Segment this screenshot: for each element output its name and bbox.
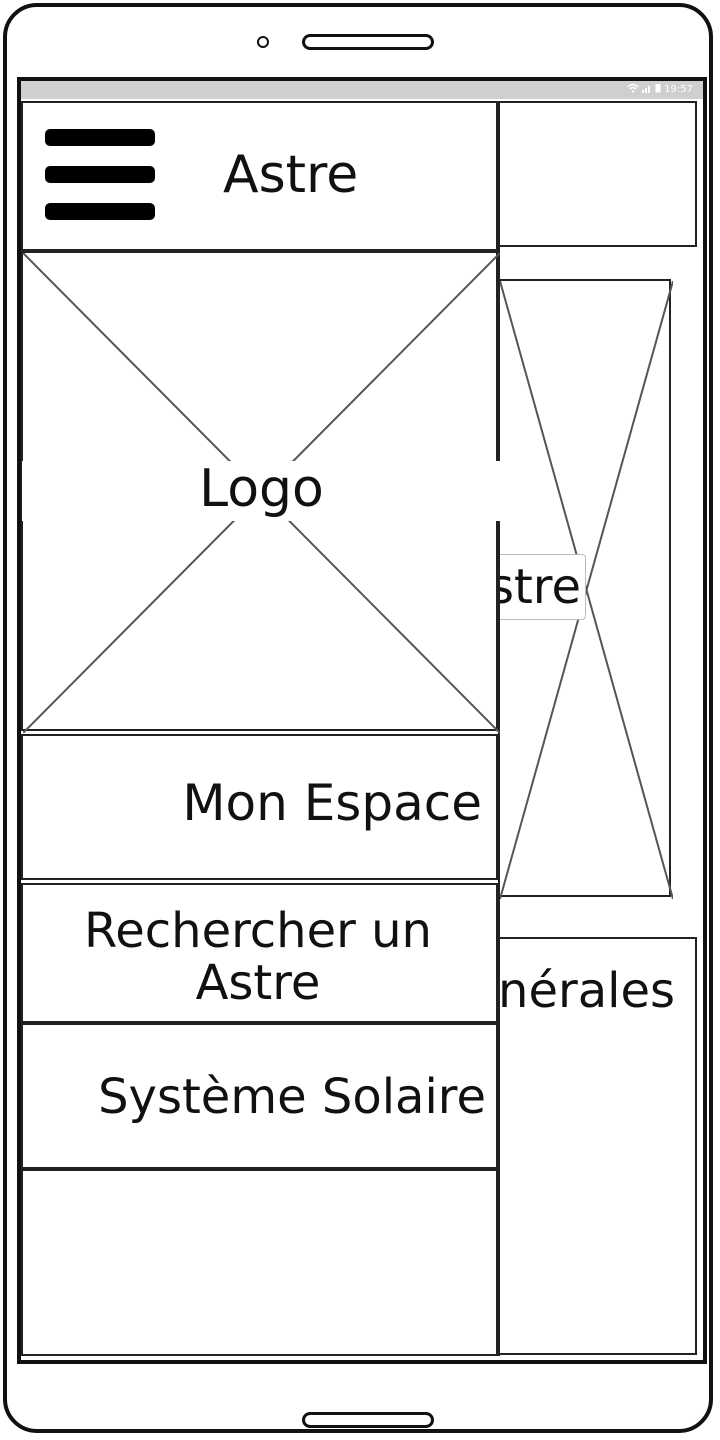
- background-info-section: nérales: [498, 937, 697, 1355]
- screen: 19:57 stre nérales Astre Logo Mon Espace…: [17, 77, 707, 1364]
- menu-item-label: Rechercher un Astre: [84, 903, 432, 1011]
- hamburger-menu-icon[interactable]: [45, 129, 157, 225]
- menu-item-systeme-solaire[interactable]: Système Solaire: [21, 1023, 498, 1169]
- logo-label: Logo: [199, 459, 324, 519]
- menu-item-mon-espace[interactable]: Mon Espace: [21, 734, 498, 880]
- battery-icon: [655, 83, 661, 97]
- status-bar: 19:57: [21, 81, 703, 99]
- drawer-header: Astre: [21, 101, 498, 251]
- status-time: 19:57: [664, 84, 693, 95]
- background-search-label: stre: [488, 559, 581, 615]
- app-title: Astre: [223, 145, 359, 205]
- background-header: [498, 101, 697, 247]
- speaker-grille: [302, 34, 434, 50]
- logo-image-placeholder: Logo: [21, 251, 501, 733]
- home-button[interactable]: [302, 1412, 434, 1428]
- drawer-empty-area: [21, 1169, 498, 1356]
- wifi-icon: [627, 83, 639, 97]
- menu-item-label: Système Solaire: [98, 1069, 486, 1125]
- navigation-drawer: Astre Logo Mon Espace Rechercher un Astr…: [21, 101, 501, 1356]
- menu-item-rechercher-astre[interactable]: Rechercher un Astre: [21, 883, 498, 1023]
- camera-icon: [257, 36, 269, 48]
- background-info-label: nérales: [498, 963, 675, 1019]
- menu-item-label: Mon Espace: [182, 774, 482, 832]
- signal-icon: [642, 83, 652, 97]
